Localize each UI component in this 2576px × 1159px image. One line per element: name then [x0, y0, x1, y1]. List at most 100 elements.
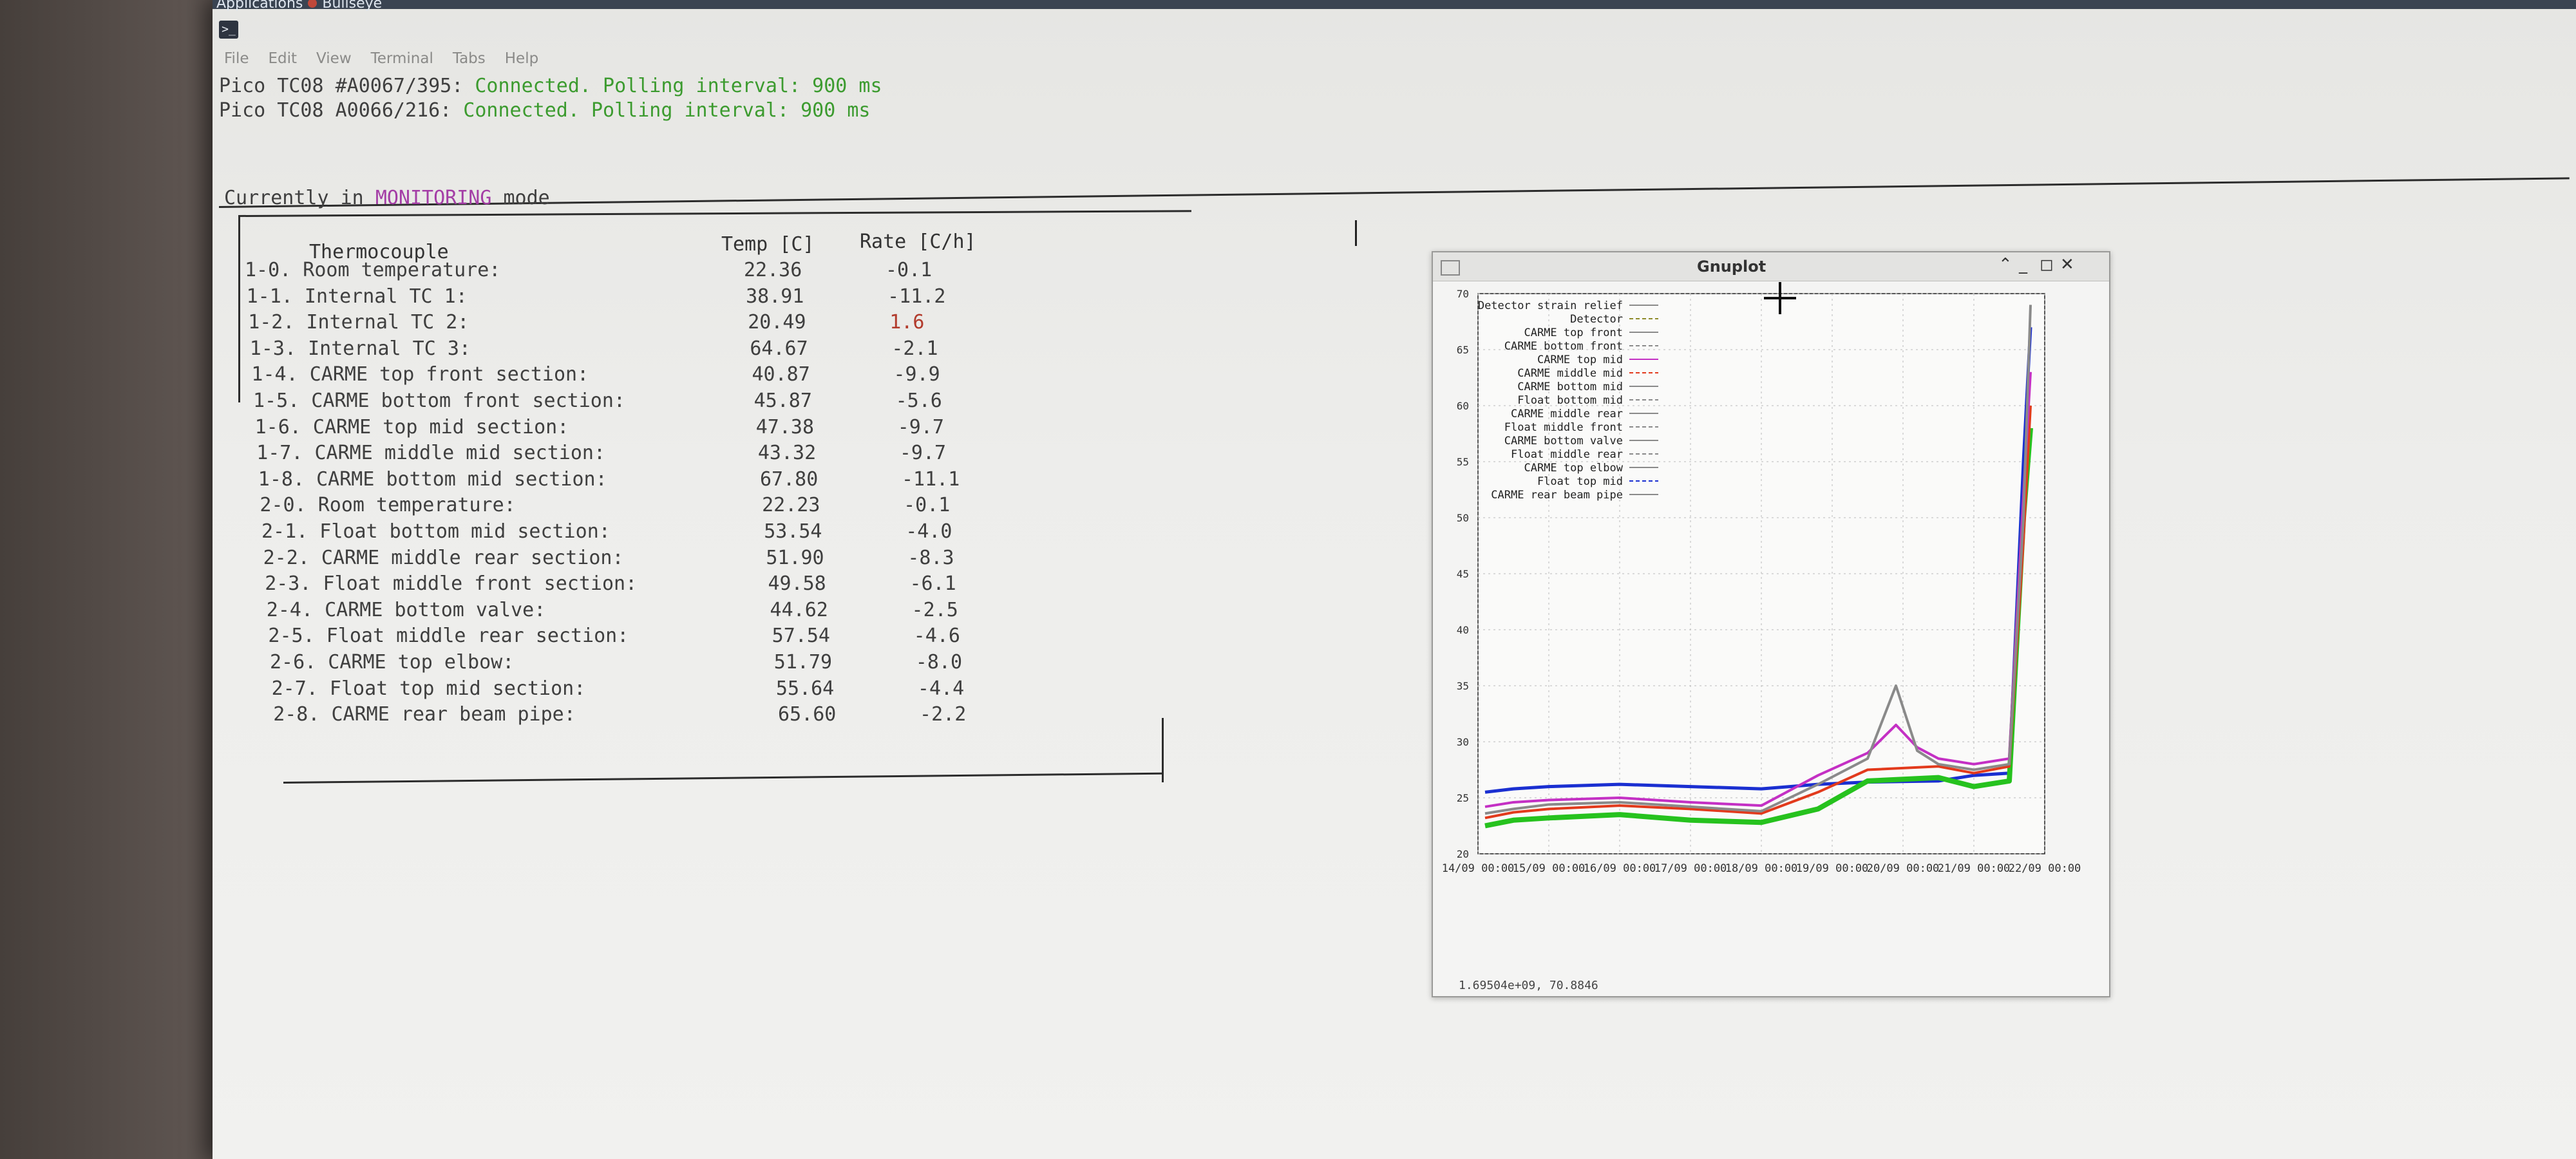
mode-line: Currently in MONITORING mode — [224, 187, 550, 209]
rate-value: -4.6 — [913, 625, 960, 648]
thermocouple-name: 1-1. Internal TC 1: — [246, 285, 468, 308]
legend-entry: Float middle rear — [1511, 448, 1623, 461]
thermocouple-name: 1-2. Internal TC 2: — [248, 311, 469, 334]
thermocouple-name: 2-4. CARME bottom valve: — [266, 598, 546, 621]
table-row: 2-1. Float bottom mid section: 53.54 -4.0 — [213, 519, 1179, 545]
temperature-value: 53.54 — [764, 520, 822, 543]
menu-help[interactable]: Help — [505, 50, 538, 67]
table-row: 2-3. Float middle front section: 49.58 -6.… — [213, 571, 1179, 597]
rate-value: -2.5 — [911, 598, 958, 621]
legend-entry: Detector strain relief — [1478, 299, 1623, 312]
temperature-value: 51.90 — [766, 546, 824, 569]
y-tick-label: 50 — [1457, 512, 1469, 524]
rate-value: -0.1 — [886, 259, 933, 281]
gnuplot-chart[interactable]: 20 25 30 35 40 45 50 55 60 65 70 14/09 00:0015/09 0… — [1433, 281, 2107, 976]
window-menu-icon[interactable] — [1441, 260, 1460, 276]
x-tick-label: 14/09 00:00 — [1442, 862, 1515, 875]
rate-value: -5.6 — [895, 390, 942, 412]
rate-value: -8.3 — [907, 546, 954, 569]
x-tick-label: 16/09 00:00 — [1584, 862, 1656, 875]
menu-edit[interactable]: Edit — [269, 50, 298, 67]
crosshair-cursor-icon — [1764, 282, 1796, 314]
table-row: 2-5. Float middle rear section: 57.54 -4.6 — [213, 623, 1179, 649]
terminal-output[interactable]: Pico TC08 #A0067/395: Connected. Polling… — [213, 71, 2576, 1159]
temperature-value: 57.54 — [772, 625, 830, 648]
menu-view[interactable]: View — [316, 50, 352, 67]
x-tick-label: 19/09 00:00 — [1796, 862, 1869, 875]
menu-file[interactable]: File — [224, 50, 249, 67]
menu-terminal[interactable]: Terminal — [371, 50, 433, 67]
rate-value: -9.7 — [897, 415, 944, 438]
applications-menu-button[interactable]: Applications Bullseye — [216, 0, 382, 12]
desktop-top-panel: Applications Bullseye — [213, 0, 2576, 12]
table-row: 2-6. CARME top elbow: 51.79 -8.0 — [213, 650, 1179, 675]
terminal-cursor — [1355, 220, 1357, 246]
x-tick-label: 22/09 00:00 — [2009, 862, 2081, 875]
thermocouple-name: 2-0. Room temperature: — [260, 494, 516, 517]
rate-value: -8.0 — [915, 651, 963, 674]
thermocouple-name: 2-7. Float top mid section: — [271, 677, 586, 700]
y-tick-label: 60 — [1457, 400, 1469, 412]
table-row: 2-7. Float top mid section: 55.64 -4.4 — [213, 676, 1179, 702]
legend-entry: Float top mid — [1537, 475, 1623, 488]
thermocouple-name: 1-4. CARME top front section: — [251, 363, 589, 386]
header-rate: Rate [C/h] — [860, 231, 976, 253]
temperature-value: 20.49 — [748, 311, 806, 334]
terminal-menubar: File Edit View Terminal Tabs Help — [224, 50, 538, 67]
x-tick-label: 15/09 00:00 — [1513, 862, 1586, 875]
legend-entry: CARME middle mid — [1517, 367, 1623, 380]
thermocouple-name: 2-6. CARME top elbow: — [270, 651, 515, 674]
y-tick-label: 65 — [1457, 344, 1469, 356]
temperature-value: 38.91 — [746, 285, 804, 308]
x-tick-label: 21/09 00:00 — [1938, 862, 2011, 875]
rate-value: -2.1 — [891, 337, 938, 360]
thermocouple-name: 1-8. CARME bottom mid section: — [258, 467, 607, 491]
thermocouple-name: 1-0. Room temperature: — [245, 259, 501, 281]
y-tick-label: 45 — [1457, 568, 1469, 580]
rate-value: -2.2 — [920, 703, 967, 726]
header-temp: Temp [C] — [721, 233, 815, 256]
x-tick-label: 18/09 00:00 — [1725, 862, 1798, 875]
gnuplot-title: Gnuplot — [1697, 258, 1766, 276]
applications-label: Applications — [216, 0, 303, 12]
y-tick-label: 40 — [1457, 624, 1469, 636]
gnuplot-window[interactable]: Gnuplot ⌃ _ ◻ ✕ 20 25 30 35 40 45 50 55 60 65 70 14… — [1432, 251, 2110, 997]
status-line-2: Pico TC08 A0066/216: Connected. Polling … — [219, 99, 871, 122]
legend-entry: CARME middle rear — [1511, 408, 1623, 420]
temperature-value: 40.87 — [752, 363, 810, 386]
temperature-value: 43.32 — [757, 442, 817, 465]
table-row: 2-4. CARME bottom valve: 44.62 -2.5 — [213, 598, 1179, 623]
thermocouple-name: 2-2. CARME middle rear section: — [263, 546, 624, 569]
table-row: 1-7. CARME middle mid section: 43.32 -9.7 — [213, 440, 1179, 466]
table-bottom-border — [283, 772, 1162, 784]
y-tick-label: 70 — [1457, 288, 1469, 300]
temperature-value: 45.87 — [753, 390, 812, 412]
minimize-icon[interactable]: _ — [2019, 255, 2027, 274]
menu-tabs[interactable]: Tabs — [453, 50, 486, 67]
rate-value: 1.6 — [889, 311, 925, 334]
table-row: 1-4. CARME top front section: 40.87 -9.9 — [213, 362, 1179, 388]
terminal-icon[interactable]: >_ — [219, 21, 238, 39]
table-row: 1-8. CARME bottom mid section: 67.80 -11.1 — [213, 467, 1179, 493]
chevron-up-icon[interactable]: ⌃ — [1998, 255, 2012, 274]
rate-value: -0.1 — [904, 494, 951, 517]
close-icon[interactable]: ✕ — [2060, 255, 2074, 274]
temperature-value: 44.62 — [770, 598, 828, 621]
rate-value: -11.1 — [901, 467, 960, 491]
temperature-value: 49.58 — [768, 572, 826, 596]
table-row: 1-2. Internal TC 2: 20.49 1.6 — [213, 310, 1179, 335]
screen: Applications Bullseye >_ File Edit View … — [213, 0, 2576, 1159]
rate-value: -4.0 — [905, 520, 952, 543]
rate-value: -9.7 — [899, 442, 947, 465]
temperature-value: 65.60 — [778, 703, 837, 726]
y-tick-label: 30 — [1457, 736, 1469, 748]
table-row: 1-6. CARME top mid section: 47.38 -9.7 — [213, 415, 1179, 440]
thermocouple-name: 1-3. Internal TC 3: — [249, 337, 471, 360]
thermocouple-name: 1-7. CARME middle mid section: — [256, 442, 606, 465]
legend-entry: CARME rear beam pipe — [1491, 489, 1623, 502]
legend-entry: CARME bottom front — [1504, 340, 1623, 353]
y-tick-label: 55 — [1457, 456, 1469, 468]
thermocouple-name: 2-5. Float middle rear section: — [268, 625, 629, 648]
maximize-icon[interactable]: ◻ — [2040, 255, 2054, 274]
gnuplot-titlebar[interactable]: Gnuplot ⌃ _ ◻ ✕ — [1433, 252, 2109, 281]
